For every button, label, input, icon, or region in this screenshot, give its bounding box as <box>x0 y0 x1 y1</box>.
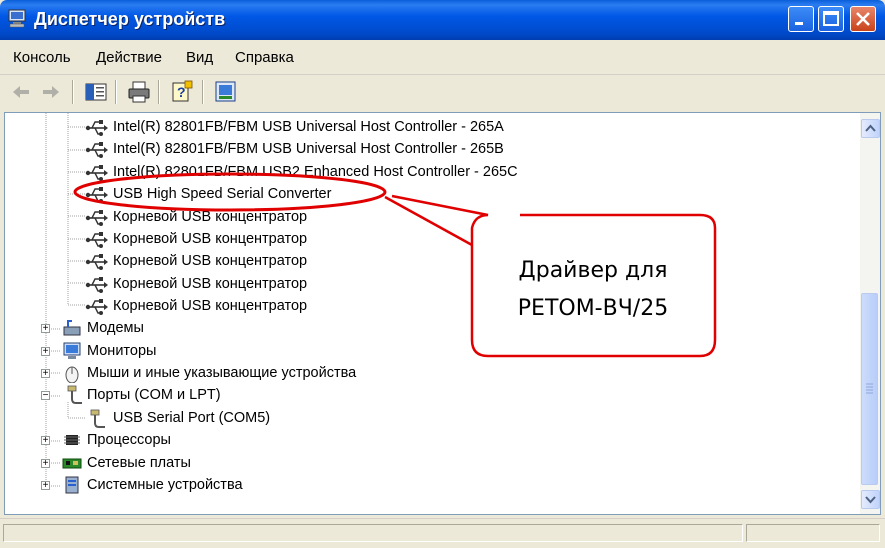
callout-line-2: РЕТОМ-ВЧ/25 <box>517 296 669 321</box>
status-panel <box>3 524 743 542</box>
annotation-overlay <box>73 172 717 358</box>
callout-bubble-fill <box>472 215 715 356</box>
status-panel <box>746 524 880 542</box>
highlight-ellipse <box>73 172 387 212</box>
status-bar <box>0 518 885 548</box>
callout-line-1: Драйвер для <box>518 258 668 283</box>
